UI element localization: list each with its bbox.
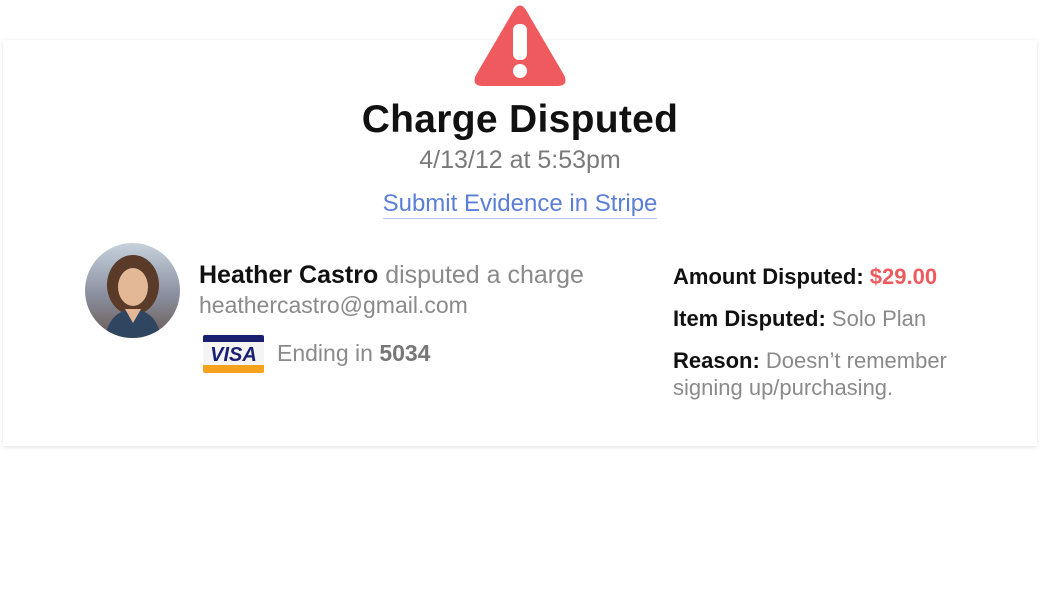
customer-name: Heather Castro: [199, 261, 379, 289]
visa-brand-text: VISA: [210, 344, 257, 366]
reason-label: Reason:: [673, 348, 760, 373]
amount-disputed-row: Amount Disputed: $29.00: [673, 263, 1013, 290]
card-ending-label: Ending in: [277, 340, 373, 366]
customer-avatar: [85, 243, 180, 338]
amount-disputed-label: Amount Disputed:: [673, 264, 864, 289]
item-disputed-row: Item Disputed: Solo Plan: [673, 305, 1013, 332]
page-title: Charge Disputed: [361, 98, 679, 141]
reason-row: Reason: Doesn’t remember signing up/purc…: [673, 347, 1013, 401]
customer-action: disputed a charge: [385, 261, 584, 289]
card-ending: Ending in 5034: [277, 340, 430, 367]
submit-evidence-link[interactable]: Submit Evidence in Stripe: [382, 190, 658, 219]
evidence-link-container: Submit Evidence in Stripe: [0, 190, 1040, 219]
dispute-timestamp: 4/13/12 at 5:53pm: [419, 146, 621, 174]
customer-summary: Heather Castro disputed a charge: [199, 261, 584, 290]
card-last4: 5034: [379, 340, 431, 366]
item-disputed-label: Item Disputed:: [673, 306, 826, 331]
warning-triangle-icon: [470, 2, 570, 90]
amount-disputed-value: $29.00: [869, 264, 938, 289]
customer-email: heathercastro@gmail.com: [199, 292, 468, 318]
item-disputed-value: Solo Plan: [831, 306, 927, 331]
visa-card-icon: VISA: [203, 335, 264, 373]
